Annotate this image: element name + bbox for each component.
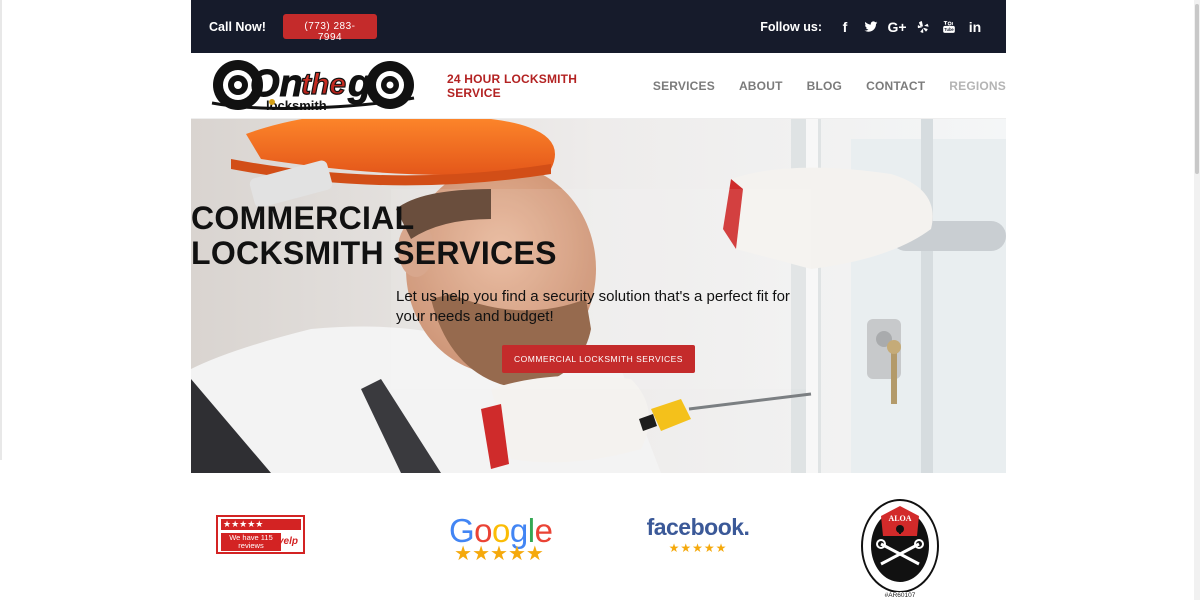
yelp-stars: ★★★★★ [221, 519, 301, 530]
commercial-locksmith-services-button[interactable]: COMMERCIAL LOCKSMITH SERVICES [502, 345, 695, 373]
google-stars: ★★★★★ [454, 543, 544, 565]
hero-banner: COMMERCIAL LOCKSMITH SERVICES Let us hel… [191, 119, 1006, 473]
main-menu: 24 HOUR LOCKSMITH SERVICE SERVICES ABOUT… [447, 53, 1006, 119]
yelp-badge[interactable]: ★★★★★ We have 115 reviews yelp [216, 515, 305, 554]
svg-text:ALOA: ALOA [888, 514, 911, 523]
scrollbar[interactable] [1194, 0, 1200, 600]
svg-text:the: the [301, 68, 346, 101]
youtube-icon[interactable]: Tube [936, 17, 962, 37]
facebook-logo: facebook. [646, 514, 750, 540]
main-navbar: On the g locksmith 24 HOUR LOCKSMITH SER… [191, 53, 1006, 119]
follow-us-label: Follow us: [760, 19, 822, 34]
hero-title-line-1: COMMERCIAL [191, 200, 415, 236]
nav-contact[interactable]: CONTACT [866, 79, 925, 93]
yelp-review-count: We have 115 reviews [221, 533, 281, 551]
hero-title-line-2: LOCKSMITH SERVICES [191, 235, 557, 271]
aloa-badge[interactable]: ALOA #AR60107 [859, 496, 941, 600]
page: Call Now! (773) 283-7994 Follow us: f G+… [0, 0, 1200, 600]
top-bar: Call Now! (773) 283-7994 Follow us: f G+… [191, 0, 1006, 53]
facebook-icon[interactable]: f [832, 17, 858, 37]
svg-text:g: g [347, 63, 371, 105]
twitter-icon[interactable] [858, 17, 884, 37]
review-badges: ★★★★★ We have 115 reviews yelp Google ★★… [191, 472, 1006, 600]
svg-text:Tube: Tube [944, 27, 954, 32]
nav-blog[interactable]: BLOG [807, 79, 842, 93]
site-container: Call Now! (773) 283-7994 Follow us: f G+… [191, 0, 1006, 473]
scrollbar-thumb[interactable] [1195, 4, 1199, 174]
nav-about[interactable]: ABOUT [739, 79, 783, 93]
left-edge-divider [0, 0, 2, 460]
aloa-member-number: #AR60107 [884, 592, 916, 599]
nav-services[interactable]: SERVICES [653, 79, 715, 93]
phone-button[interactable]: (773) 283-7994 [282, 14, 377, 43]
star-rating-icons: ★★★★★ [223, 519, 264, 529]
call-now-label: Call Now! [209, 19, 266, 34]
yelp-logo: yelp [278, 536, 299, 547]
google-plus-icon[interactable]: G+ [884, 17, 910, 37]
svg-text:locksmith: locksmith [266, 98, 327, 113]
google-badge[interactable]: Google ★★★★★ [449, 514, 553, 565]
facebook-stars: ★★★★★ [668, 541, 728, 555]
yelp-icon[interactable] [910, 17, 936, 37]
hero-subtitle: Let us help you find a security solution… [396, 288, 790, 325]
site-logo[interactable]: On the g locksmith [210, 58, 416, 114]
social-links: Follow us: f G+ Tube in [760, 17, 988, 37]
hero-title: COMMERCIAL LOCKSMITH SERVICES [191, 201, 1006, 271]
linkedin-icon[interactable]: in [962, 17, 988, 37]
aloa-seal-icon: ALOA [861, 499, 939, 593]
nav-24-hour-locksmith[interactable]: 24 HOUR LOCKSMITH SERVICE [447, 72, 629, 100]
nav-regions[interactable]: REGIONS [949, 79, 1006, 93]
facebook-badge[interactable]: facebook. ★★★★★ [646, 514, 750, 555]
